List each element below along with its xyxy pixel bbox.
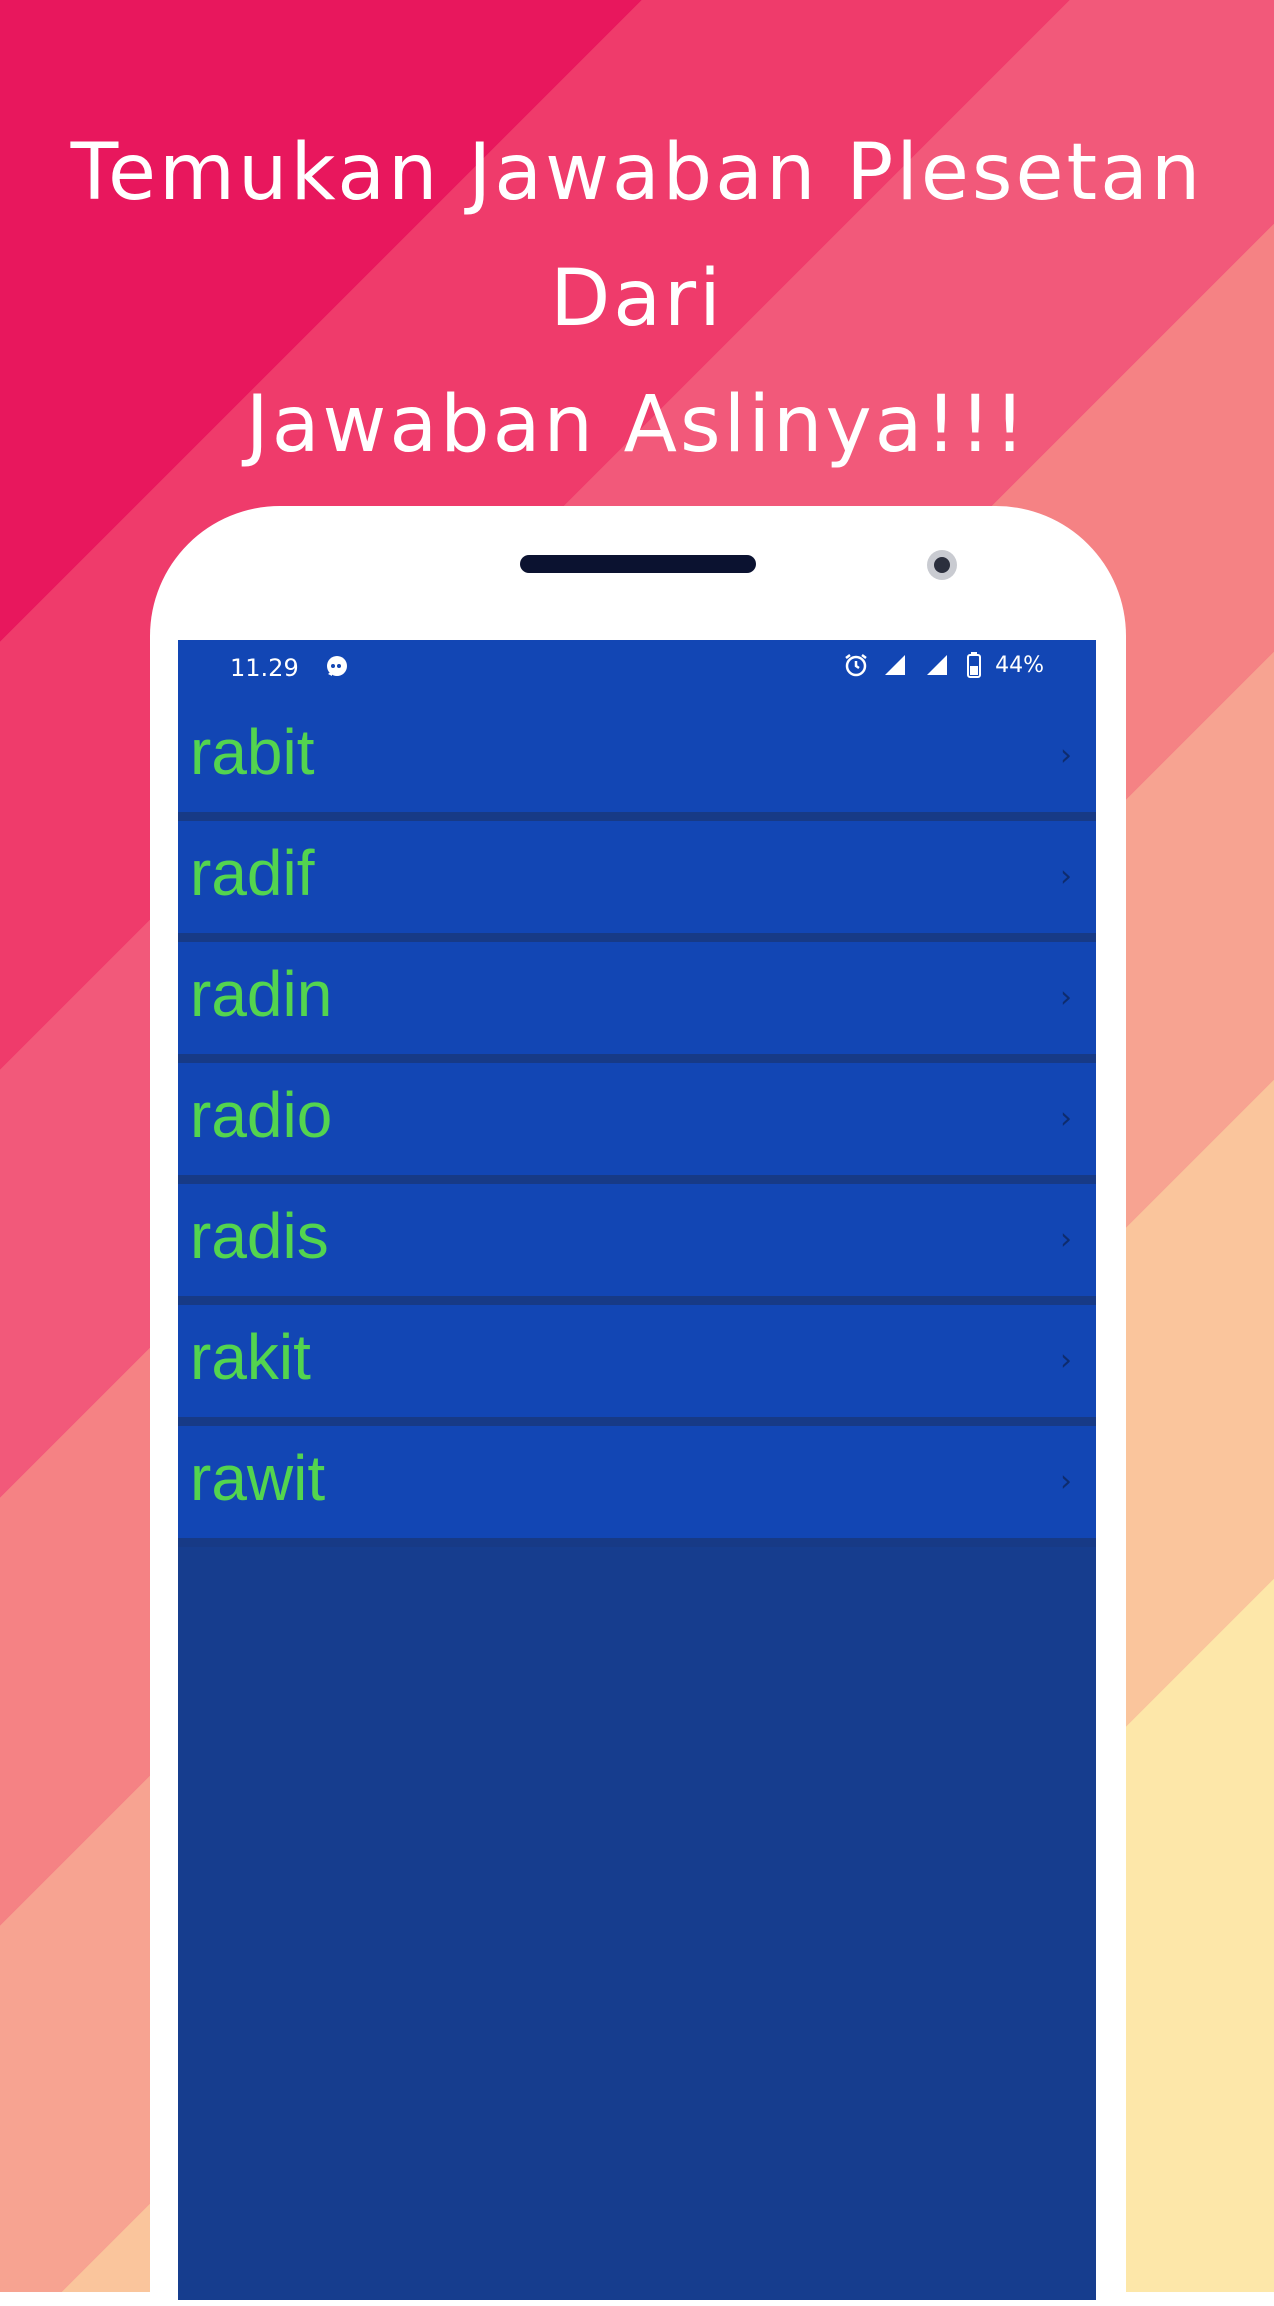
word-list: rabit › radif › radin › radio › radis › …	[178, 700, 1096, 1547]
chevron-right-icon: ›	[1060, 859, 1072, 894]
list-item-label: radin	[190, 958, 333, 1030]
list-item[interactable]: radio ›	[178, 1063, 1096, 1184]
headline-line-1: Temukan Jawaban Plesetan Dari	[70, 128, 1204, 344]
chevron-right-icon: ›	[1060, 1464, 1072, 1499]
list-item[interactable]: radif ›	[178, 821, 1096, 942]
promo-headline: Temukan Jawaban Plesetan Dari Jawaban As…	[20, 110, 1254, 488]
list-item[interactable]: radis ›	[178, 1184, 1096, 1305]
list-item-label: radio	[190, 1079, 333, 1151]
chevron-right-icon: ›	[1060, 980, 1072, 1015]
phone-frame: 11.29 44% rabit › radif › radin › radio …	[150, 506, 1126, 2306]
signal-icon	[885, 655, 906, 675]
chevron-right-icon: ›	[1060, 1222, 1072, 1257]
list-item-label: rakit	[190, 1321, 311, 1393]
list-item-label: radif	[190, 837, 315, 909]
phone-speaker	[520, 555, 756, 573]
status-icons: 44%	[843, 652, 1044, 678]
list-item-label: radis	[190, 1200, 329, 1272]
chevron-right-icon: ›	[1060, 1101, 1072, 1136]
list-item[interactable]: rabit ›	[178, 700, 1096, 821]
chat-notification-icon	[327, 656, 347, 676]
list-item-label: rabit	[190, 716, 315, 788]
alarm-icon	[845, 654, 867, 677]
signal-icon	[927, 655, 948, 675]
list-item[interactable]: rawit ›	[178, 1426, 1096, 1547]
status-bar: 11.29 44%	[178, 640, 1096, 700]
chevron-right-icon: ›	[1060, 738, 1072, 773]
list-item-label: rawit	[190, 1442, 326, 1514]
headline-line-2: Jawaban Aslinya!!!	[245, 380, 1029, 470]
phone-camera	[927, 550, 957, 580]
chevron-right-icon: ›	[1060, 1343, 1072, 1378]
battery-percent: 44%	[995, 652, 1044, 678]
phone-screen: 11.29 44% rabit › radif › radin › radio …	[178, 640, 1096, 2300]
battery-icon	[967, 652, 982, 678]
status-time: 11.29	[230, 654, 299, 682]
list-item[interactable]: rakit ›	[178, 1305, 1096, 1426]
list-item[interactable]: radin ›	[178, 942, 1096, 1063]
